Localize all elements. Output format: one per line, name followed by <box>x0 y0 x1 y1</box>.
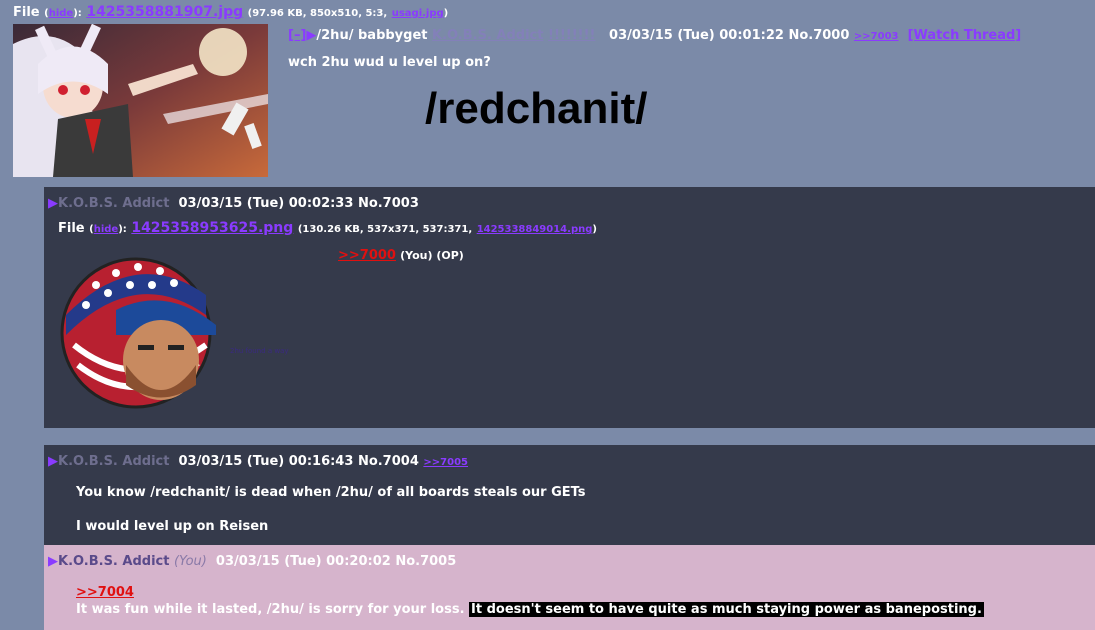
op-post-number[interactable]: No.7000 <box>788 28 849 43</box>
reply-name: K.O.B.S. Addict <box>58 554 170 569</box>
reply-quote-line: >>7004 <box>76 585 134 600</box>
reply-date: 03/03/15 (Tue) 00:02:33 <box>178 196 354 211</box>
hide-image-link[interactable]: hide <box>94 224 119 235</box>
reply-header: ▶K.O.B.S. Addict 03/03/15 (Tue) 00:16:43… <box>48 454 468 469</box>
reply-filename-link[interactable]: 1425358953625.png <box>131 220 293 236</box>
op-header: [–]▶/2hu/ babbyget K.O.B.S. Addict !!!!!… <box>288 28 1021 43</box>
spoiler-text[interactable]: It doesn't seem to have quite as much st… <box>469 602 984 617</box>
reply-quote-link[interactable]: >>7004 <box>76 585 134 600</box>
reply-post-number[interactable]: No.7005 <box>395 554 456 569</box>
reply-name: K.O.B.S. Addict <box>58 454 170 469</box>
op-name[interactable]: K.O.B.S. Addict <box>432 28 543 43</box>
reply-quote-line: >>7000 (You) (OP) <box>338 248 464 263</box>
op-comment: wch 2hu wud u level up on? <box>288 55 491 70</box>
reply-name: K.O.B.S. Addict <box>58 196 170 211</box>
op-file-info: File (hide): 1425358881907.jpg (97.96 KB… <box>13 4 449 20</box>
reply-thumbnail[interactable] <box>56 245 221 410</box>
reply-comment-line: It was fun while it lasted, /2hu/ is sor… <box>76 602 984 617</box>
you-label: (You) <box>173 554 207 569</box>
op-file-meta: (97.96 KB, 850x510, 5:3, <box>247 8 388 19</box>
op-big-title: /redchanit/ <box>425 84 648 133</box>
reply-comment-line: I would level up on Reisen <box>76 519 269 534</box>
reply-original-filename-link[interactable]: 1425338849014.png <box>477 224 593 235</box>
post-marker-icon: ▶ <box>48 554 58 569</box>
reply-text: It was fun while it lasted, /2hu/ is sor… <box>76 602 465 617</box>
reply-image-caption: 2hu found a way <box>230 347 289 355</box>
collapse-thread-button[interactable]: [–] <box>288 28 306 43</box>
op-tripcode[interactable]: !!!!!!!! <box>548 28 595 43</box>
reply-header: ▶K.O.B.S. Addict 03/03/15 (Tue) 00:02:33… <box>48 196 419 211</box>
reply-post-7004: ▶K.O.B.S. Addict 03/03/15 (Tue) 00:16:43… <box>44 445 1095 545</box>
reply-post-7005: ▶K.O.B.S. Addict (You) 03/03/15 (Tue) 00… <box>44 545 1095 630</box>
watch-thread-button[interactable]: [Watch Thread] <box>908 28 1022 43</box>
op-board: /2hu/ <box>316 28 354 43</box>
post-marker-icon: ▶ <box>306 28 317 43</box>
reply-header: ▶K.O.B.S. Addict (You) 03/03/15 (Tue) 00… <box>48 554 456 569</box>
reply-post-7003: ▶K.O.B.S. Addict 03/03/15 (Tue) 00:02:33… <box>44 187 1095 428</box>
reply-comment-line: You know /redchanit/ is dead when /2hu/ … <box>76 485 586 500</box>
op-subject: babbyget <box>357 28 428 43</box>
op-filename-link[interactable]: 1425358881907.jpg <box>86 4 243 20</box>
reply-quote-link[interactable]: >>7000 <box>338 248 396 263</box>
file-label: File <box>13 5 40 20</box>
reply-backlink[interactable]: >>7005 <box>423 457 468 468</box>
reply-date: 03/03/15 (Tue) 00:20:02 <box>215 554 391 569</box>
reply-post-number[interactable]: No.7003 <box>358 196 419 211</box>
hide-image-link[interactable]: hide <box>49 8 74 19</box>
op-original-filename-link[interactable]: usagi.jpg <box>392 8 444 19</box>
post-marker-icon: ▶ <box>48 454 58 469</box>
reply-file-info: File (hide): 1425358953625.png (130.26 K… <box>58 220 597 236</box>
op-thumbnail[interactable] <box>13 24 268 177</box>
op-date: 03/03/15 (Tue) 00:01:22 <box>609 28 784 43</box>
reply-date: 03/03/15 (Tue) 00:16:43 <box>178 454 354 469</box>
post-marker-icon: ▶ <box>48 196 58 211</box>
op-backlink[interactable]: >>7003 <box>854 31 899 42</box>
you-op-label: (You) (OP) <box>400 249 464 262</box>
reply-post-number[interactable]: No.7004 <box>358 454 419 469</box>
